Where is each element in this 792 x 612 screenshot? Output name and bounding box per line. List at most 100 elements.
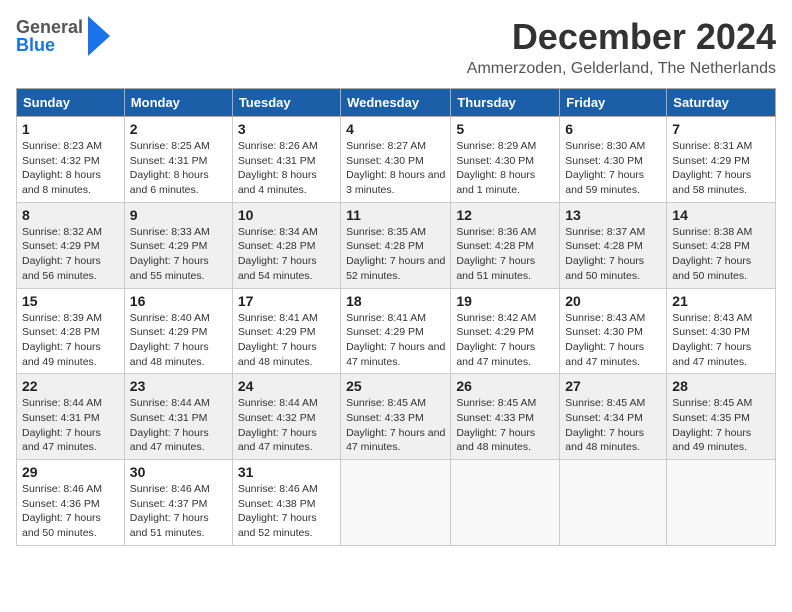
cell-sunrise: Sunrise: 8:45 AM [346, 397, 426, 409]
cell-sunset: Sunset: 4:32 PM [238, 412, 316, 424]
cell-daylight: Daylight: 7 hours and 47 minutes. [22, 427, 101, 454]
cell-sunset: Sunset: 4:30 PM [565, 155, 643, 167]
cell-sunrise: Sunrise: 8:45 AM [672, 397, 752, 409]
cell-sunrise: Sunrise: 8:23 AM [22, 140, 102, 152]
month-title: December 2024 [467, 16, 776, 58]
cell-sunrise: Sunrise: 8:40 AM [130, 312, 210, 324]
cell-daylight: Daylight: 7 hours and 50 minutes. [672, 255, 751, 282]
table-row: 21 Sunrise: 8:43 AM Sunset: 4:30 PM Dayl… [667, 288, 776, 374]
day-number: 25 [346, 378, 445, 394]
cell-sunrise: Sunrise: 8:29 AM [456, 140, 536, 152]
cell-sunset: Sunset: 4:31 PM [22, 412, 100, 424]
cell-sunset: Sunset: 4:37 PM [130, 498, 208, 510]
cell-daylight: Daylight: 7 hours and 48 minutes. [238, 341, 317, 368]
table-row: 14 Sunrise: 8:38 AM Sunset: 4:28 PM Dayl… [667, 202, 776, 288]
table-row: 1 Sunrise: 8:23 AM Sunset: 4:32 PM Dayli… [17, 117, 125, 203]
cell-sunset: Sunset: 4:30 PM [672, 326, 750, 338]
table-row [451, 460, 560, 546]
day-number: 27 [565, 378, 661, 394]
cell-sunrise: Sunrise: 8:41 AM [238, 312, 318, 324]
cell-sunrise: Sunrise: 8:31 AM [672, 140, 752, 152]
table-row: 4 Sunrise: 8:27 AM Sunset: 4:30 PM Dayli… [341, 117, 451, 203]
table-row: 31 Sunrise: 8:46 AM Sunset: 4:38 PM Dayl… [232, 460, 340, 546]
day-number: 11 [346, 207, 445, 223]
cell-sunset: Sunset: 4:29 PM [238, 326, 316, 338]
logo-blue: Blue [16, 36, 83, 54]
table-row: 29 Sunrise: 8:46 AM Sunset: 4:36 PM Dayl… [17, 460, 125, 546]
cell-sunrise: Sunrise: 8:34 AM [238, 226, 318, 238]
col-sunday: Sunday [17, 89, 125, 117]
cell-sunset: Sunset: 4:28 PM [672, 240, 750, 252]
title-section: December 2024 Ammerzoden, Gelderland, Th… [467, 16, 776, 78]
calendar-week-row: 1 Sunrise: 8:23 AM Sunset: 4:32 PM Dayli… [17, 117, 776, 203]
cell-sunrise: Sunrise: 8:25 AM [130, 140, 210, 152]
day-number: 4 [346, 121, 445, 137]
day-number: 3 [238, 121, 335, 137]
col-monday: Monday [124, 89, 232, 117]
cell-daylight: Daylight: 7 hours and 48 minutes. [130, 341, 209, 368]
day-number: 24 [238, 378, 335, 394]
table-row: 26 Sunrise: 8:45 AM Sunset: 4:33 PM Dayl… [451, 374, 560, 460]
cell-sunset: Sunset: 4:34 PM [565, 412, 643, 424]
cell-sunrise: Sunrise: 8:46 AM [130, 483, 210, 495]
cell-sunset: Sunset: 4:30 PM [565, 326, 643, 338]
cell-sunrise: Sunrise: 8:43 AM [672, 312, 752, 324]
col-saturday: Saturday [667, 89, 776, 117]
day-number: 19 [456, 293, 554, 309]
day-number: 18 [346, 293, 445, 309]
day-number: 16 [130, 293, 227, 309]
cell-sunrise: Sunrise: 8:45 AM [565, 397, 645, 409]
cell-daylight: Daylight: 7 hours and 47 minutes. [130, 427, 209, 454]
cell-sunset: Sunset: 4:29 PM [130, 326, 208, 338]
cell-daylight: Daylight: 7 hours and 47 minutes. [346, 341, 445, 368]
calendar-table: Sunday Monday Tuesday Wednesday Thursday… [16, 88, 776, 546]
cell-sunset: Sunset: 4:29 PM [346, 326, 424, 338]
table-row [341, 460, 451, 546]
cell-sunrise: Sunrise: 8:37 AM [565, 226, 645, 238]
cell-sunset: Sunset: 4:29 PM [456, 326, 534, 338]
day-number: 14 [672, 207, 770, 223]
cell-sunrise: Sunrise: 8:44 AM [22, 397, 102, 409]
calendar-week-row: 22 Sunrise: 8:44 AM Sunset: 4:31 PM Dayl… [17, 374, 776, 460]
day-number: 13 [565, 207, 661, 223]
page-header: General Blue December 2024 Ammerzoden, G… [16, 16, 776, 78]
cell-daylight: Daylight: 7 hours and 51 minutes. [456, 255, 535, 282]
col-tuesday: Tuesday [232, 89, 340, 117]
day-number: 28 [672, 378, 770, 394]
cell-daylight: Daylight: 7 hours and 47 minutes. [346, 427, 445, 454]
cell-daylight: Daylight: 7 hours and 49 minutes. [672, 427, 751, 454]
cell-daylight: Daylight: 7 hours and 52 minutes. [238, 512, 317, 539]
cell-sunset: Sunset: 4:31 PM [238, 155, 316, 167]
cell-sunset: Sunset: 4:35 PM [672, 412, 750, 424]
table-row: 23 Sunrise: 8:44 AM Sunset: 4:31 PM Dayl… [124, 374, 232, 460]
day-number: 12 [456, 207, 554, 223]
table-row: 30 Sunrise: 8:46 AM Sunset: 4:37 PM Dayl… [124, 460, 232, 546]
table-row: 9 Sunrise: 8:33 AM Sunset: 4:29 PM Dayli… [124, 202, 232, 288]
day-number: 1 [22, 121, 119, 137]
cell-sunset: Sunset: 4:33 PM [456, 412, 534, 424]
table-row: 27 Sunrise: 8:45 AM Sunset: 4:34 PM Dayl… [560, 374, 667, 460]
cell-daylight: Daylight: 7 hours and 47 minutes. [565, 341, 644, 368]
cell-daylight: Daylight: 7 hours and 47 minutes. [456, 341, 535, 368]
cell-daylight: Daylight: 8 hours and 8 minutes. [22, 169, 101, 196]
cell-daylight: Daylight: 7 hours and 52 minutes. [346, 255, 445, 282]
cell-sunset: Sunset: 4:36 PM [22, 498, 100, 510]
cell-sunset: Sunset: 4:30 PM [456, 155, 534, 167]
cell-daylight: Daylight: 7 hours and 54 minutes. [238, 255, 317, 282]
cell-sunset: Sunset: 4:28 PM [346, 240, 424, 252]
table-row: 25 Sunrise: 8:45 AM Sunset: 4:33 PM Dayl… [341, 374, 451, 460]
cell-sunset: Sunset: 4:33 PM [346, 412, 424, 424]
cell-sunset: Sunset: 4:32 PM [22, 155, 100, 167]
cell-daylight: Daylight: 7 hours and 48 minutes. [456, 427, 535, 454]
cell-sunrise: Sunrise: 8:45 AM [456, 397, 536, 409]
cell-daylight: Daylight: 7 hours and 50 minutes. [22, 512, 101, 539]
day-number: 6 [565, 121, 661, 137]
cell-sunset: Sunset: 4:28 PM [456, 240, 534, 252]
table-row: 10 Sunrise: 8:34 AM Sunset: 4:28 PM Dayl… [232, 202, 340, 288]
cell-sunrise: Sunrise: 8:27 AM [346, 140, 426, 152]
col-thursday: Thursday [451, 89, 560, 117]
table-row: 13 Sunrise: 8:37 AM Sunset: 4:28 PM Dayl… [560, 202, 667, 288]
day-number: 30 [130, 464, 227, 480]
day-number: 2 [130, 121, 227, 137]
cell-sunrise: Sunrise: 8:43 AM [565, 312, 645, 324]
